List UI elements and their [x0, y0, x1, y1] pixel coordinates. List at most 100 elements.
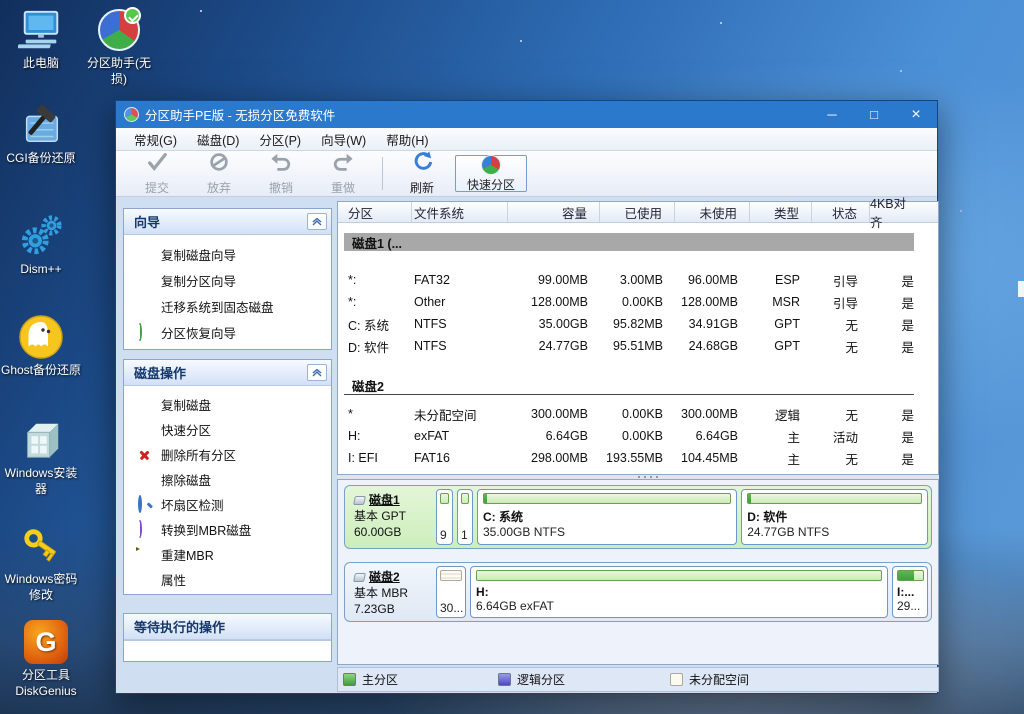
collapse-chevron-icon[interactable]	[307, 364, 327, 381]
disk-operations-panel-header[interactable]: 磁盘操作	[124, 360, 331, 386]
desktop-icon-diskgenius[interactable]: G 分区工具 DiskGenius	[0, 618, 92, 699]
key-icon	[17, 522, 65, 570]
pencil-icon	[137, 547, 152, 562]
unallocated-swatch	[670, 673, 683, 686]
shield-info-icon	[137, 572, 152, 587]
partition-block-i[interactable]: I:... 29...	[892, 566, 928, 618]
column-4k-align[interactable]: 4KB对齐	[870, 202, 936, 222]
desktop-icon-label: Ghost备份还原	[1, 363, 81, 379]
menu-wizard[interactable]: 向导(W)	[311, 127, 376, 152]
quick-partition-button[interactable]: 快速分区	[455, 155, 527, 192]
table-row[interactable]: C: 系统NTFS35.00GB95.82MB34.91GBGPT无是	[338, 313, 938, 335]
partition-table: 分区 文件系统 容量 已使用 未使用 类型 状态 4KB对齐 磁盘1 (... …	[337, 201, 939, 475]
pie-chart-icon	[481, 155, 501, 175]
disk1-group-header[interactable]: 磁盘1 (...	[344, 233, 914, 251]
commit-button[interactable]: 提交	[126, 151, 188, 196]
desktop-icon-this-pc[interactable]: 此电脑	[8, 6, 74, 72]
close-button[interactable]: ×	[895, 101, 937, 128]
desktop-icon-label: 分区工具 DiskGenius	[0, 668, 92, 699]
wizards-panel-header[interactable]: 向导	[124, 209, 331, 235]
magnifier-icon	[137, 497, 152, 512]
disk-map-panel: 磁盘1 基本 GPT 60.00GB 9 1 C: 系统 35.00GB NTF…	[337, 479, 939, 665]
check-icon	[145, 151, 169, 178]
disk2-map-row[interactable]: 磁盘2 基本 MBR 7.23GB 30... H: 6.64GB exFAT …	[344, 562, 932, 622]
sidebar-item-wipe-disk[interactable]: 擦除磁盘	[124, 467, 331, 492]
menu-help[interactable]: 帮助(H)	[376, 127, 438, 152]
menu-general[interactable]: 常规(G)	[124, 127, 187, 152]
maximize-button[interactable]: □	[853, 101, 895, 128]
convert-icon	[137, 522, 152, 537]
copy-partition-wizard-icon	[137, 273, 152, 288]
pending-operations-header[interactable]: 等待执行的操作	[124, 614, 331, 640]
prohibit-icon	[207, 151, 231, 178]
column-unused[interactable]: 未使用	[675, 202, 750, 222]
undo-button[interactable]: 撤销	[250, 151, 312, 196]
collapse-chevron-icon[interactable]	[307, 213, 327, 230]
partition-assistant-window: 分区助手PE版 - 无损分区免费软件 ─ □ × 常规(G) 磁盘(D) 分区(…	[115, 100, 938, 694]
disk1-map-row[interactable]: 磁盘1 基本 GPT 60.00GB 9 1 C: 系统 35.00GB NTF…	[344, 485, 932, 549]
sidebar-item-copy-disk-wizard[interactable]: 复制磁盘向导	[124, 241, 331, 267]
table-row[interactable]: *:FAT3299.00MB3.00MB96.00MBESP引导是	[338, 269, 938, 291]
partition-block-esp[interactable]: 9	[436, 489, 453, 545]
refresh-button[interactable]: 刷新	[391, 151, 453, 196]
sidebar-item-copy-partition-wizard[interactable]: 复制分区向导	[124, 267, 331, 293]
pie-chart-icon	[95, 6, 143, 54]
ghost-icon	[17, 313, 65, 361]
desktop-icon-windows-password[interactable]: Windows密码修改	[0, 522, 82, 603]
sidebar-item-bad-sector-check[interactable]: 坏扇区检测	[124, 492, 331, 517]
undo-arrow-icon	[269, 151, 293, 178]
discard-button[interactable]: 放弃	[188, 151, 250, 196]
pending-operations-list[interactable]	[124, 640, 331, 661]
table-row[interactable]: D: 软件NTFS24.77GB95.51MB24.68GBGPT无是	[338, 335, 938, 357]
pending-operations-panel: 等待执行的操作	[123, 613, 332, 662]
desktop-icon-partition-assistant[interactable]: 分区助手(无损)	[80, 6, 158, 87]
legend-primary: 主分区	[343, 671, 398, 688]
partition-block-h[interactable]: H: 6.64GB exFAT	[470, 566, 888, 618]
window-title: 分区助手PE版 - 无损分区免费软件	[145, 105, 811, 124]
table-row[interactable]: *:Other128.00MB0.00KB128.00MBMSR引导是	[338, 291, 938, 313]
sidebar-item-quick-partition[interactable]: 快速分区	[124, 417, 331, 442]
column-type[interactable]: 类型	[750, 202, 812, 222]
desktop-icon-windows-installer[interactable]: Windows安装器	[0, 416, 82, 497]
disk2-group-header[interactable]: 磁盘2	[344, 377, 914, 395]
table-row[interactable]: I: EFIFAT16298.00MB193.55MB104.45MB主无是	[338, 447, 938, 469]
partition-block-c[interactable]: C: 系统 35.00GB NTFS	[477, 489, 737, 545]
column-used[interactable]: 已使用	[600, 202, 675, 222]
title-bar[interactable]: 分区助手PE版 - 无损分区免费软件 ─ □ ×	[116, 101, 937, 128]
sidebar-item-migrate-os-ssd[interactable]: 迁移系统到固态磁盘	[124, 293, 331, 319]
desktop-icon-ghost[interactable]: Ghost备份还原	[0, 313, 82, 379]
minimize-button[interactable]: ─	[811, 101, 853, 128]
menu-partition[interactable]: 分区(P)	[249, 127, 311, 152]
column-partition[interactable]: 分区	[338, 202, 412, 222]
sidebar-item-convert-to-mbr[interactable]: 转换到MBR磁盘	[124, 517, 331, 542]
column-filesystem[interactable]: 文件系统	[412, 202, 508, 222]
partition-block-unallocated[interactable]: 30...	[436, 566, 466, 618]
column-capacity[interactable]: 容量	[508, 202, 600, 222]
menu-disk[interactable]: 磁盘(D)	[187, 127, 249, 152]
partition-block-d[interactable]: D: 软件 24.77GB NTFS	[741, 489, 928, 545]
desktop-icon-dism[interactable]: Dism++	[0, 212, 82, 278]
disk1-map-header[interactable]: 磁盘1 基本 GPT 60.00GB	[348, 489, 432, 545]
sidebar-item-properties[interactable]: 属性	[124, 567, 331, 592]
sidebar-item-copy-disk[interactable]: 复制磁盘	[124, 392, 331, 417]
desktop-icon-cgi-backup[interactable]: CGI备份还原	[0, 101, 82, 167]
gears-icon	[17, 212, 65, 260]
sidebar-item-rebuild-mbr[interactable]: 重建MBR	[124, 542, 331, 567]
desktop-icon-label: CGI备份还原	[6, 151, 75, 167]
table-row[interactable]: H:exFAT6.64GB0.00KB6.64GB主活动是	[338, 425, 938, 447]
partition-block-msr[interactable]: 1	[457, 489, 473, 545]
column-status[interactable]: 状态	[812, 202, 870, 222]
disk-icon	[353, 496, 366, 505]
recovery-wizard-icon	[137, 325, 152, 340]
disk2-map-header[interactable]: 磁盘2 基本 MBR 7.23GB	[348, 566, 432, 618]
sidebar-item-delete-all-partitions[interactable]: 删除所有分区	[124, 442, 331, 467]
desktop-icon-label: Windows安装器	[0, 466, 82, 497]
redo-button[interactable]: 重做	[312, 151, 374, 196]
wizards-panel: 向导 复制磁盘向导 复制分区向导 迁移系统到固态磁盘 分区恢复向导	[123, 208, 332, 350]
disk-icon	[353, 573, 366, 582]
table-row[interactable]: *未分配空间300.00MB0.00KB300.00MB逻辑无是	[338, 403, 938, 425]
offscreen-icon-fragment	[1018, 281, 1024, 297]
toolbar-separator	[382, 157, 383, 190]
copy-disk-wizard-icon	[137, 247, 152, 262]
sidebar-item-partition-recovery-wizard[interactable]: 分区恢复向导	[124, 319, 331, 345]
